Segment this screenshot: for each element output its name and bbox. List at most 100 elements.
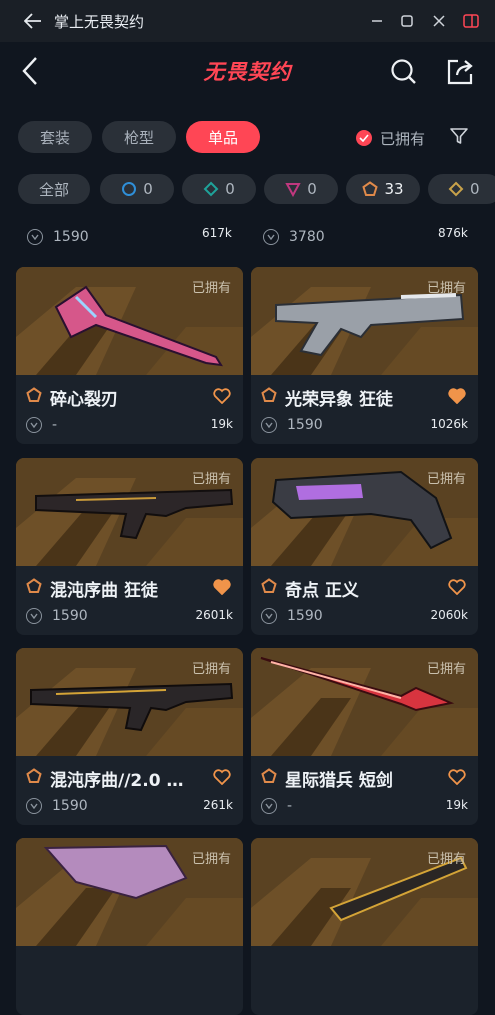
valorant-points-icon (26, 608, 42, 624)
skin-name: 混沌序曲//2.0 幻... (50, 771, 200, 791)
valorant-points-icon (263, 229, 279, 245)
owned-filter-toggle[interactable]: 已拥有 (356, 126, 425, 150)
exclusive-tier-icon (26, 578, 42, 598)
owned-label: 已拥有 (426, 281, 466, 296)
like-count: 19k (210, 417, 233, 431)
filter-funnel-icon[interactable] (449, 126, 469, 150)
valorant-points-icon (26, 798, 42, 814)
minimize-button[interactable] (362, 0, 392, 42)
skin-card[interactable]: 已拥有 星际猎兵 短剑 - 19k (251, 648, 478, 825)
skin-price: 1590 (261, 608, 323, 624)
like-count: 2601k (195, 608, 234, 622)
price-value: 1590 (287, 417, 323, 433)
owned-label: 已拥有 (191, 662, 231, 677)
exclusive-tier-icon (26, 768, 42, 788)
valorant-points-icon (27, 229, 43, 245)
rarity-chip-select[interactable]: 0 (100, 174, 174, 204)
rarity-chip-ultra[interactable]: 0 (428, 174, 495, 204)
rarity-chip-all[interactable]: 全部 (18, 174, 90, 204)
partial-row-likes-left: 617k (202, 226, 232, 240)
exclusive-tier-icon (261, 387, 277, 407)
rarity-chip-count: 0 (225, 180, 235, 198)
tab-sets[interactable]: 套装 (18, 121, 92, 153)
owned-label: 已拥有 (191, 281, 231, 296)
tab-items-label: 单品 (207, 128, 238, 147)
owned-filter-label: 已拥有 (380, 129, 426, 148)
valorant-points-icon (261, 417, 277, 433)
rarity-exclusive-icon (362, 181, 379, 196)
skin-card[interactable]: 已拥有 (251, 838, 478, 1015)
close-button[interactable] (424, 0, 454, 42)
favorite-heart-icon[interactable] (448, 769, 466, 789)
tab-weapon-types-label: 枪型 (123, 128, 154, 147)
search-icon[interactable] (390, 58, 418, 90)
price-value: 1590 (287, 608, 323, 624)
owned-label: 已拥有 (426, 472, 466, 487)
skin-card[interactable]: 已拥有混沌序曲 狂徒 1590 2601k (16, 458, 243, 635)
favorite-heart-icon[interactable] (213, 388, 231, 408)
skin-name: 星际猎兵 短剑 (285, 771, 393, 791)
rarity-deluxe-icon (203, 181, 219, 197)
exclusive-tier-icon (26, 387, 42, 407)
like-count: 19k (445, 798, 468, 812)
sidebar-toggle-icon[interactable] (456, 0, 486, 42)
rarity-chip-count: 0 (307, 180, 317, 198)
skin-name: 碎心裂刃 (50, 390, 118, 410)
skin-card[interactable]: 已拥有 (16, 838, 243, 1015)
skin-card[interactable]: 已拥有奇点 正义 1590 2060k (251, 458, 478, 635)
skin-card[interactable]: 已拥有光荣异象 狂徒 1590 1026k (251, 267, 478, 444)
skin-card[interactable]: 已拥有混沌序曲//2.0 幻... 1590 261k (16, 648, 243, 825)
skin-card[interactable]: 已拥有碎心裂刃 - 19k (16, 267, 243, 444)
window-title: 掌上无畏契约 (54, 12, 145, 31)
price-value: - (52, 417, 58, 433)
owned-label: 已拥有 (191, 852, 231, 867)
valorant-points-icon (261, 608, 277, 624)
favorite-heart-icon[interactable] (448, 388, 466, 408)
skin-name: 光荣异象 狂徒 (285, 390, 393, 410)
owned-label: 已拥有 (191, 472, 231, 487)
rarity-ultra-icon (448, 181, 464, 197)
price-value: 1590 (52, 608, 88, 624)
rarity-premium-icon (285, 183, 301, 197)
skin-price: 1590 (261, 417, 323, 433)
price-value: 1590 (52, 798, 88, 814)
rarity-chip-deluxe[interactable]: 0 (182, 174, 256, 204)
app-logo: 无畏契约 (203, 60, 292, 84)
rarity-chip-exclusive[interactable]: 33 (346, 174, 420, 204)
valorant-points-icon (26, 417, 42, 433)
back-arrow-icon[interactable] (23, 13, 42, 33)
maximize-button[interactable] (392, 0, 422, 42)
skin-price: 1590 (26, 608, 88, 624)
skin-name: 混沌序曲 狂徒 (50, 581, 158, 601)
rarity-chip-all-label: 全部 (38, 180, 69, 199)
exclusive-tier-icon (261, 768, 277, 788)
price-value: 1590 (53, 229, 89, 245)
favorite-heart-icon[interactable] (213, 769, 231, 789)
tab-weapon-types[interactable]: 枪型 (102, 121, 176, 153)
like-count: 2060k (430, 608, 469, 622)
like-count: 1026k (430, 417, 469, 431)
rarity-chip-count: 0 (143, 180, 153, 198)
valorant-points-icon (261, 798, 277, 814)
checkmark-icon (356, 130, 372, 146)
rarity-select-icon (122, 182, 137, 196)
tab-sets-label: 套装 (39, 128, 70, 147)
exclusive-tier-icon (261, 578, 277, 598)
skin-price: - (261, 798, 292, 814)
like-count: 261k (203, 798, 233, 812)
partial-row-likes-right: 876k (438, 226, 468, 240)
skin-name: 奇点 正义 (285, 581, 359, 601)
favorite-heart-icon[interactable] (213, 579, 231, 599)
tab-items[interactable]: 单品 (186, 121, 260, 153)
owned-label: 已拥有 (426, 852, 466, 867)
skin-price: 1590 (26, 798, 88, 814)
favorite-heart-icon[interactable] (448, 579, 466, 599)
rarity-chip-premium[interactable]: 0 (264, 174, 338, 204)
rarity-chip-count: 33 (384, 180, 404, 198)
share-icon[interactable] (446, 58, 474, 90)
skin-price: - (26, 417, 57, 433)
price-value: 3780 (289, 229, 325, 245)
app-header: 无畏契约 (0, 42, 495, 104)
rarity-chip-count: 0 (470, 180, 480, 198)
partial-row-price-right: 3780 (263, 229, 325, 245)
